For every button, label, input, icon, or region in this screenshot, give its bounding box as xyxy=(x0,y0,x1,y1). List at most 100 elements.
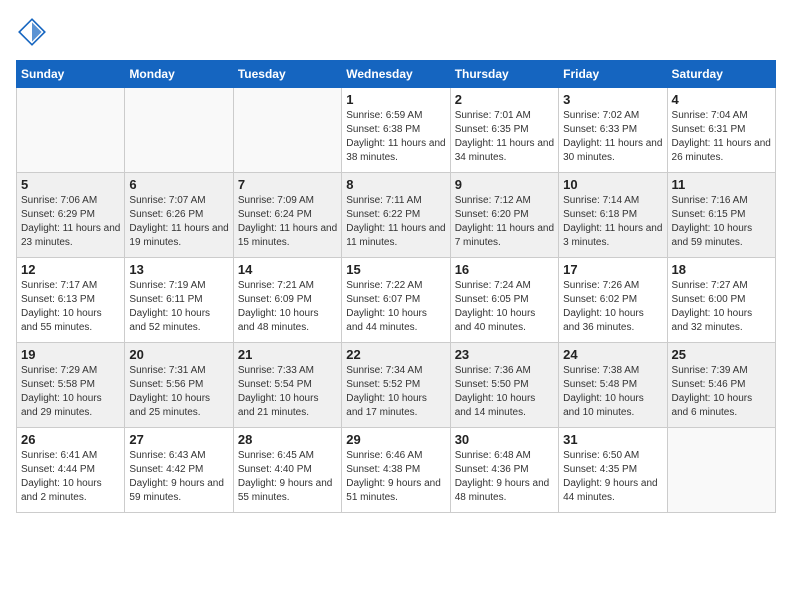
day-number: 29 xyxy=(346,432,445,447)
calendar-cell xyxy=(667,428,775,513)
calendar-cell: 30 Sunrise: 6:48 AM Sunset: 4:36 PM Dayli… xyxy=(450,428,558,513)
day-number: 11 xyxy=(672,177,771,192)
calendar-cell: 2 Sunrise: 7:01 AM Sunset: 6:35 PM Daylig… xyxy=(450,88,558,173)
day-number: 14 xyxy=(238,262,337,277)
day-info: Sunrise: 7:11 AM Sunset: 6:22 PM Dayligh… xyxy=(346,194,445,250)
day-info: Sunrise: 6:50 AM Sunset: 4:35 PM Dayligh… xyxy=(563,449,662,505)
day-number: 18 xyxy=(672,262,771,277)
day-info: Sunrise: 7:09 AM Sunset: 6:24 PM Dayligh… xyxy=(238,194,337,250)
day-number: 17 xyxy=(563,262,662,277)
calendar-cell xyxy=(125,88,233,173)
calendar-cell: 25 Sunrise: 7:39 AM Sunset: 5:46 PM Dayli… xyxy=(667,343,775,428)
day-number: 23 xyxy=(455,347,554,362)
calendar-cell: 27Sunrise: 6:43 AM Sunset: 4:42 PM Dayli… xyxy=(125,428,233,513)
calendar-cell: 17 Sunrise: 7:26 AM Sunset: 6:02 PM Dayli… xyxy=(559,258,667,343)
day-number: 3 xyxy=(563,92,662,107)
logo-icon xyxy=(16,16,48,48)
day-number: 22 xyxy=(346,347,445,362)
calendar-cell: 4 Sunrise: 7:04 AM Sunset: 6:31 PM Daylig… xyxy=(667,88,775,173)
day-number: 13 xyxy=(129,262,228,277)
day-number: 26 xyxy=(21,432,120,447)
calendar-cell: 23 Sunrise: 7:36 AM Sunset: 5:50 PM Dayli… xyxy=(450,343,558,428)
day-number: 6 xyxy=(129,177,228,192)
day-info: Sunrise: 7:36 AM Sunset: 5:50 PM Dayligh… xyxy=(455,364,554,420)
day-info: Sunrise: 7:17 AM Sunset: 6:13 PM Dayligh… xyxy=(21,279,120,335)
day-info: Sunrise: 7:02 AM Sunset: 6:33 PM Dayligh… xyxy=(563,109,662,165)
calendar-cell: 20 Sunrise: 7:31 AM Sunset: 5:56 PM Dayli… xyxy=(125,343,233,428)
day-info: Sunrise: 6:46 AM Sunset: 4:38 PM Dayligh… xyxy=(346,449,445,505)
calendar-cell: 5Sunrise: 7:06 AM Sunset: 6:29 PM Daylig… xyxy=(17,173,125,258)
day-number: 25 xyxy=(672,347,771,362)
day-number: 7 xyxy=(238,177,337,192)
page-header xyxy=(16,16,776,48)
day-info: Sunrise: 7:38 AM Sunset: 5:48 PM Dayligh… xyxy=(563,364,662,420)
calendar-cell: 14 Sunrise: 7:21 AM Sunset: 6:09 PM Dayli… xyxy=(233,258,341,343)
day-info: Sunrise: 7:01 AM Sunset: 6:35 PM Dayligh… xyxy=(455,109,554,165)
day-info: Sunrise: 7:22 AM Sunset: 6:07 PM Dayligh… xyxy=(346,279,445,335)
day-info: Sunrise: 7:21 AM Sunset: 6:09 PM Dayligh… xyxy=(238,279,337,335)
day-info: Sunrise: 7:27 AM Sunset: 6:00 PM Dayligh… xyxy=(672,279,771,335)
day-number: 9 xyxy=(455,177,554,192)
day-info: Sunrise: 6:59 AM Sunset: 6:38 PM Dayligh… xyxy=(346,109,445,165)
day-info: Sunrise: 7:31 AM Sunset: 5:56 PM Dayligh… xyxy=(129,364,228,420)
day-number: 28 xyxy=(238,432,337,447)
day-number: 8 xyxy=(346,177,445,192)
day-info: Sunrise: 7:26 AM Sunset: 6:02 PM Dayligh… xyxy=(563,279,662,335)
calendar-cell: 16 Sunrise: 7:24 AM Sunset: 6:05 PM Dayli… xyxy=(450,258,558,343)
calendar-cell: 28 Sunrise: 6:45 AM Sunset: 4:40 PM Dayli… xyxy=(233,428,341,513)
day-info: Sunrise: 7:33 AM Sunset: 5:54 PM Dayligh… xyxy=(238,364,337,420)
calendar-cell: 15 Sunrise: 7:22 AM Sunset: 6:07 PM Dayli… xyxy=(342,258,450,343)
day-number: 2 xyxy=(455,92,554,107)
calendar-cell: 9 Sunrise: 7:12 AM Sunset: 6:20 PM Daylig… xyxy=(450,173,558,258)
day-number: 31 xyxy=(563,432,662,447)
weekday-header-tuesday: Tuesday xyxy=(233,61,341,88)
day-info: Sunrise: 7:12 AM Sunset: 6:20 PM Dayligh… xyxy=(455,194,554,250)
weekday-header-saturday: Saturday xyxy=(667,61,775,88)
day-number: 20 xyxy=(129,347,228,362)
weekday-header-friday: Friday xyxy=(559,61,667,88)
day-info: Sunrise: 7:29 AM Sunset: 5:58 PM Dayligh… xyxy=(21,364,120,420)
calendar-cell: 19 Sunrise: 7:29 AM Sunset: 5:58 PM Dayli… xyxy=(17,343,125,428)
day-number: 15 xyxy=(346,262,445,277)
calendar-cell: 24 Sunrise: 7:38 AM Sunset: 5:48 PM Dayli… xyxy=(559,343,667,428)
day-number: 4 xyxy=(672,92,771,107)
calendar-cell xyxy=(233,88,341,173)
day-info: Sunrise: 6:41 AM Sunset: 4:44 PM Dayligh… xyxy=(21,449,120,505)
day-number: 30 xyxy=(455,432,554,447)
calendar-cell xyxy=(17,88,125,173)
day-info: Sunrise: 6:43 AM Sunset: 4:42 PM Dayligh… xyxy=(129,449,228,505)
calendar-header: SundayMondayTuesdayWednesdayThursdayFrid… xyxy=(17,61,776,88)
calendar-cell: 31 Sunrise: 6:50 AM Sunset: 4:35 PM Dayli… xyxy=(559,428,667,513)
calendar-cell: 22 Sunrise: 7:34 AM Sunset: 5:52 PM Dayli… xyxy=(342,343,450,428)
calendar-cell: 1 Sunrise: 6:59 AM Sunset: 6:38 PM Daylig… xyxy=(342,88,450,173)
day-info: Sunrise: 7:34 AM Sunset: 5:52 PM Dayligh… xyxy=(346,364,445,420)
calendar-cell: 11Sunrise: 7:16 AM Sunset: 6:15 PM Dayli… xyxy=(667,173,775,258)
day-info: Sunrise: 7:39 AM Sunset: 5:46 PM Dayligh… xyxy=(672,364,771,420)
calendar-cell: 21 Sunrise: 7:33 AM Sunset: 5:54 PM Dayli… xyxy=(233,343,341,428)
day-info: Sunrise: 7:14 AM Sunset: 6:18 PM Dayligh… xyxy=(563,194,662,250)
day-number: 19 xyxy=(21,347,120,362)
day-number: 21 xyxy=(238,347,337,362)
weekday-header-monday: Monday xyxy=(125,61,233,88)
day-info: Sunrise: 7:24 AM Sunset: 6:05 PM Dayligh… xyxy=(455,279,554,335)
day-number: 24 xyxy=(563,347,662,362)
day-info: Sunrise: 6:48 AM Sunset: 4:36 PM Dayligh… xyxy=(455,449,554,505)
day-info: Sunrise: 7:06 AM Sunset: 6:29 PM Dayligh… xyxy=(21,194,120,250)
calendar-cell: 13Sunrise: 7:19 AM Sunset: 6:11 PM Dayli… xyxy=(125,258,233,343)
calendar-cell: 26 Sunrise: 6:41 AM Sunset: 4:44 PM Dayli… xyxy=(17,428,125,513)
day-info: Sunrise: 7:04 AM Sunset: 6:31 PM Dayligh… xyxy=(672,109,771,165)
day-number: 10 xyxy=(563,177,662,192)
day-info: Sunrise: 6:45 AM Sunset: 4:40 PM Dayligh… xyxy=(238,449,337,505)
calendar-cell: 29 Sunrise: 6:46 AM Sunset: 4:38 PM Dayli… xyxy=(342,428,450,513)
weekday-header-sunday: Sunday xyxy=(17,61,125,88)
calendar-cell: 18 Sunrise: 7:27 AM Sunset: 6:00 PM Dayli… xyxy=(667,258,775,343)
weekday-header-wednesday: Wednesday xyxy=(342,61,450,88)
day-number: 1 xyxy=(346,92,445,107)
calendar-table: SundayMondayTuesdayWednesdayThursdayFrid… xyxy=(16,60,776,513)
calendar-cell: 7 Sunrise: 7:09 AM Sunset: 6:24 PM Daylig… xyxy=(233,173,341,258)
day-number: 16 xyxy=(455,262,554,277)
calendar-cell: 12Sunrise: 7:17 AM Sunset: 6:13 PM Dayli… xyxy=(17,258,125,343)
calendar-cell: 8 Sunrise: 7:11 AM Sunset: 6:22 PM Daylig… xyxy=(342,173,450,258)
calendar-cell: 3 Sunrise: 7:02 AM Sunset: 6:33 PM Daylig… xyxy=(559,88,667,173)
weekday-header-thursday: Thursday xyxy=(450,61,558,88)
